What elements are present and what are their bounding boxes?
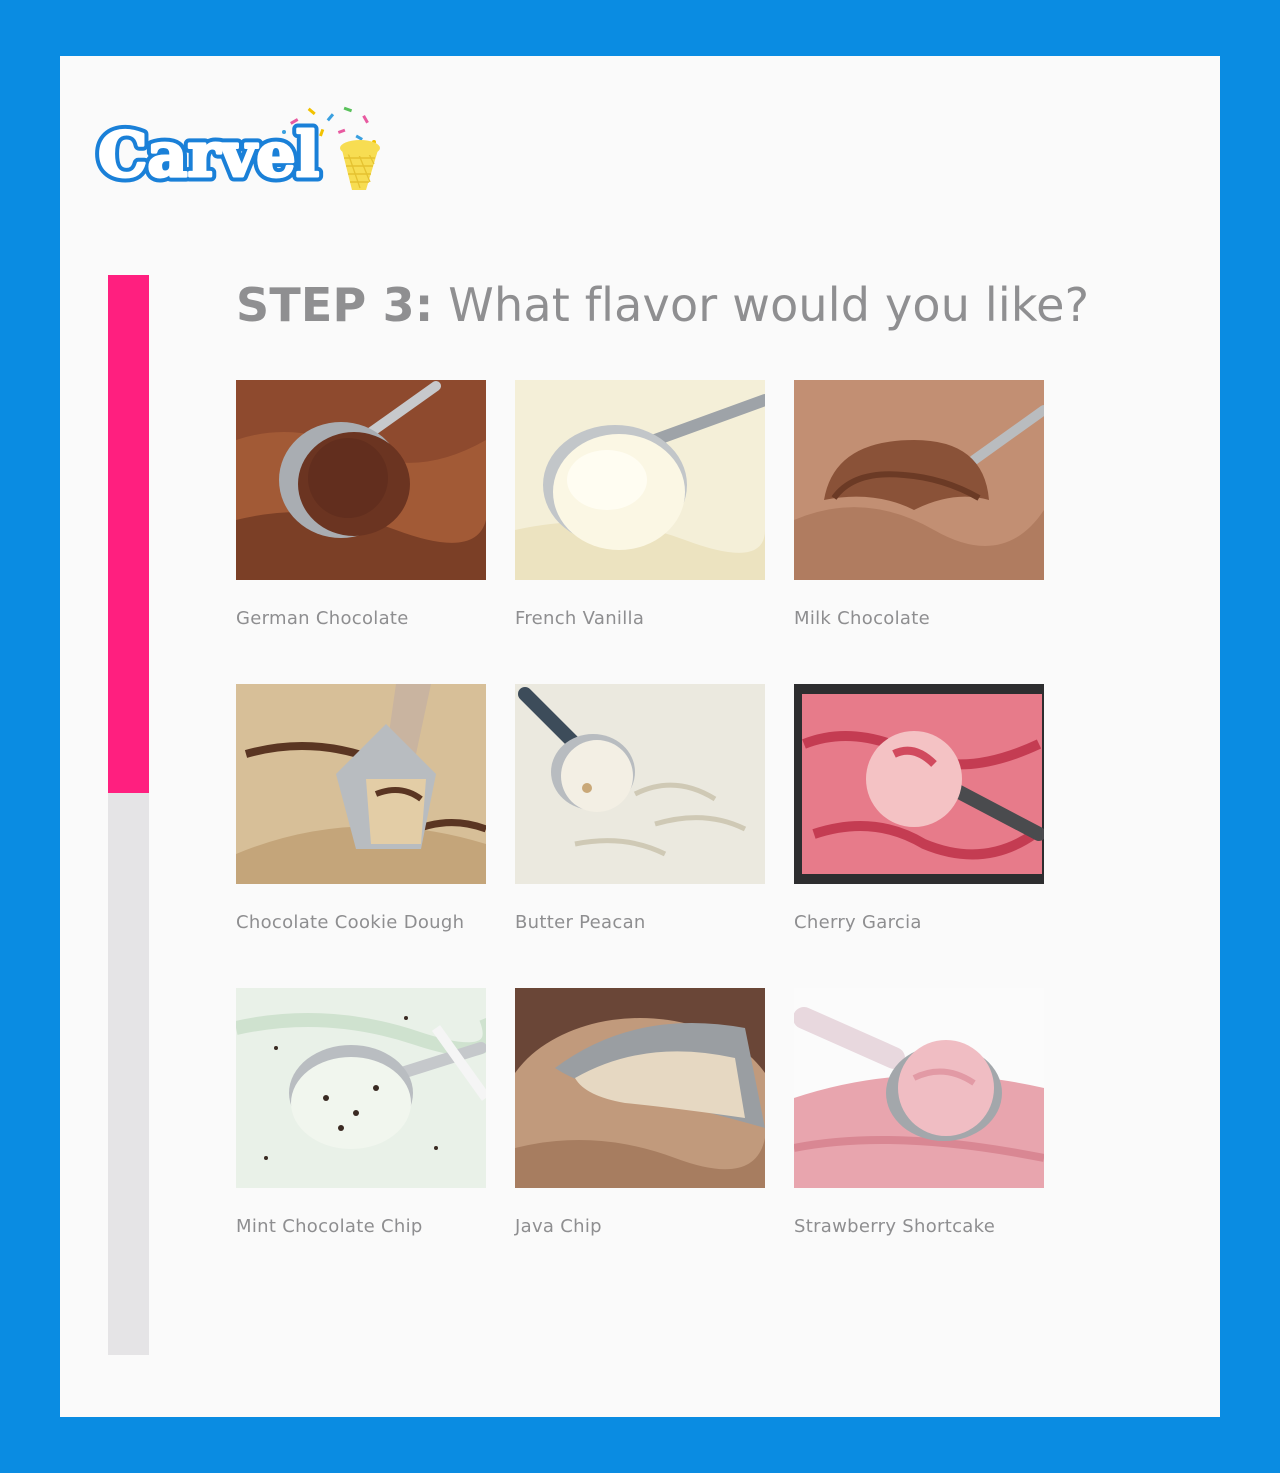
german-chocolate-image[interactable] [236,380,486,580]
flavor-name: Mint Chocolate Chip [236,1216,423,1237]
logo-wordmark-inner: Carvel [98,118,319,191]
strawberry-shortcake-image[interactable] [794,988,1044,1188]
progress-fill [108,275,149,794]
flavor-card-mint-chocolate-chip[interactable]: Mint Chocolate Chip [236,988,486,1237]
cherry-garcia-image[interactable] [794,684,1044,884]
step-label: STEP 3: [236,278,434,332]
flavor-name: Chocolate Cookie Dough [236,912,465,933]
flavor-card-butter-peacan[interactable]: Butter Peacan [515,684,765,933]
chocolate-cookie-dough-image[interactable] [236,684,486,884]
flavor-card-cherry-garcia[interactable]: Cherry Garcia [794,684,1044,933]
flavor-name: German Chocolate [236,608,409,629]
selection-card: Carvel Carvel STEP 3: What flavor would … [60,56,1220,1417]
java-chip-image[interactable] [515,988,765,1188]
flavor-name: Strawberry Shortcake [794,1216,996,1237]
step-question: What flavor would you like? [448,278,1090,332]
mint-chocolate-chip-image[interactable] [236,988,486,1188]
flavor-card-french-vanilla[interactable]: French Vanilla [515,380,765,629]
flavor-name: Java Chip [515,1216,602,1237]
flavor-name: French Vanilla [515,608,645,629]
cone-icon [340,140,380,190]
flavor-card-german-chocolate[interactable]: German Chocolate [236,380,486,629]
progress-bar [108,275,149,1355]
flavor-card-chocolate-cookie-dough[interactable]: Chocolate Cookie Dough [236,684,486,933]
flavor-card-milk-chocolate[interactable]: Milk Chocolate [794,380,1044,629]
butter-peacan-image[interactable] [515,684,765,884]
flavor-name: Cherry Garcia [794,912,922,933]
flavor-card-strawberry-shortcake[interactable]: Strawberry Shortcake [794,988,1044,1237]
flavor-card-java-chip[interactable]: Java Chip [515,988,765,1237]
flavor-name: Butter Peacan [515,912,646,933]
french-vanilla-image[interactable] [515,380,765,580]
carvel-logo[interactable]: Carvel Carvel [94,102,384,192]
milk-chocolate-image[interactable] [794,380,1044,580]
page-title: STEP 3: What flavor would you like? [236,278,1089,332]
flavor-name: Milk Chocolate [794,608,930,629]
